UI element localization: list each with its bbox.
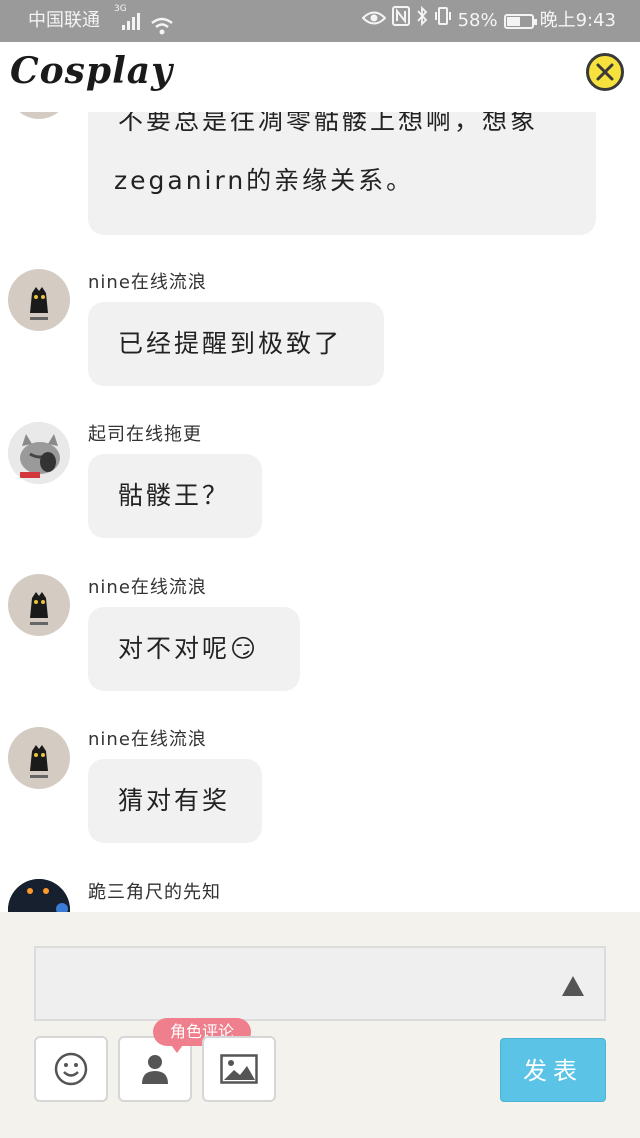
comment-input[interactable] (34, 946, 606, 1021)
avatar[interactable] (8, 422, 70, 484)
user-name[interactable]: nine在线流浪 (88, 268, 207, 294)
dark-avatar-icon (8, 879, 70, 912)
image-button[interactable] (202, 1036, 276, 1102)
clock: 晚上9:43 (539, 10, 616, 31)
message-text: zeganirn的亲缘关系。 (114, 166, 415, 195)
vibrate-icon (434, 0, 452, 42)
close-button[interactable] (586, 53, 624, 91)
avatar[interactable] (8, 879, 70, 912)
send-button[interactable]: 发表 (500, 1038, 606, 1102)
message-bubble: 不要总是往凋零骷髅上想啊，想象 zeganirn的亲缘关系。 (88, 112, 596, 235)
comment-feed[interactable]: 不要总是往凋零骷髅上想啊，想象 zeganirn的亲缘关系。 nine在线流浪 … (0, 112, 640, 912)
message-text: 不要总是往凋零骷髅上想啊，想象 (118, 112, 539, 135)
battery-icon (503, 13, 537, 29)
signal-icon (122, 12, 144, 30)
message-text: 已经提醒到极致了 (118, 329, 343, 358)
close-icon (596, 63, 614, 81)
carrier-name: 中国联通 (28, 10, 100, 31)
person-icon (142, 1055, 168, 1084)
image-icon (220, 1054, 258, 1084)
user-name[interactable]: nine在线流浪 (88, 725, 207, 751)
nfc-icon (391, 0, 410, 42)
message-bubble: 对不对呢😏 (88, 607, 300, 691)
message-bubble: 已经提醒到极致了 (88, 302, 384, 386)
app-header: Cosplay (0, 42, 640, 112)
status-bar: 中国联通 3G 58% 晚上9:43 (0, 0, 640, 42)
avatar[interactable] (8, 269, 70, 331)
nine-avatar-icon (30, 287, 48, 320)
message-bubble: 骷髅王？ (88, 454, 262, 538)
avatar[interactable] (8, 727, 70, 789)
user-name[interactable]: 跪三角尺的先知 (88, 878, 221, 904)
nine-avatar-icon (30, 592, 48, 625)
user-name[interactable]: 起司在线拖更 (88, 420, 202, 446)
avatar[interactable] (8, 574, 70, 636)
status-right: 58% 晚上9:43 (361, 0, 616, 42)
cat-avatar-icon (8, 422, 70, 484)
bluetooth-icon (416, 0, 428, 42)
composer: 角色评论 发表 (0, 912, 640, 1138)
smile-icon (54, 1052, 88, 1086)
message-text: 骷髅王？ (118, 481, 231, 510)
user-name[interactable]: nine在线流浪 (88, 573, 207, 599)
avatar[interactable] (8, 112, 70, 119)
message-text: 对不对呢😏 (118, 634, 260, 663)
nine-avatar-icon (30, 745, 48, 778)
page-title: Cosplay (10, 50, 174, 92)
eye-icon (361, 0, 386, 42)
battery-percent: 58% (457, 10, 498, 31)
emoji-button[interactable] (34, 1036, 108, 1102)
message-bubble: 猜对有奖 (88, 759, 262, 843)
expand-up-icon[interactable] (562, 976, 584, 996)
message-text: 猜对有奖 (118, 786, 231, 815)
